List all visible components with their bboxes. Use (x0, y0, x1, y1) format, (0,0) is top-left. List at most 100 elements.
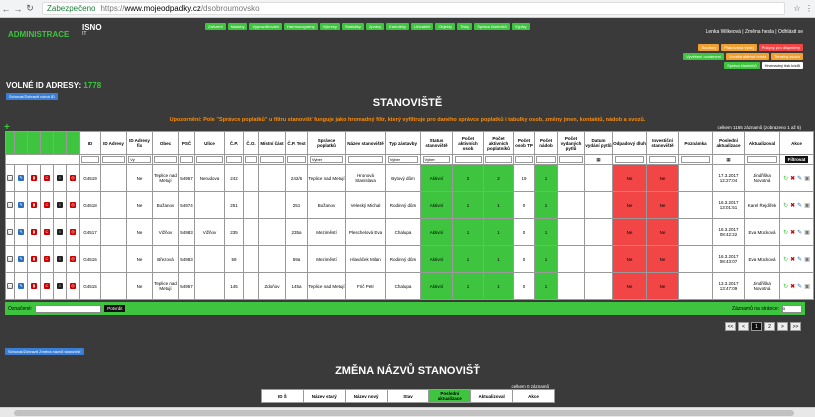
filter-psc[interactable] (179, 155, 194, 163)
refresh-icon[interactable]: ↻ (783, 284, 788, 290)
lock-icon[interactable]: ▣ (804, 203, 810, 209)
filter-obec[interactable] (154, 155, 177, 163)
quick-button[interactable]: Hromadný tisk kódů (761, 62, 803, 69)
column-header[interactable]: Aktualizoval (744, 131, 780, 155)
user-links[interactable]: Lenka Wilkeová | Změna hesla | Odhlásit … (706, 29, 803, 35)
table-row[interactable]: □ ✎ ▮ Ci ◎ G4516 Ne Březová 54983 59 59a Meziměstí H… (5, 245, 814, 273)
per-page-select[interactable]: 5 (782, 304, 802, 313)
edit-icon[interactable]: ✎ (18, 229, 24, 235)
filter-tp[interactable] (515, 155, 533, 163)
delete-icon[interactable]: ▮ (31, 229, 37, 235)
menu-item[interactable]: Vyprazdňování (249, 23, 283, 30)
lock-icon[interactable]: ▣ (804, 176, 810, 182)
edit-icon[interactable]: ✎ (18, 283, 24, 289)
close-icon[interactable]: ✖ (790, 284, 795, 290)
column-header[interactable]: ID Adresy fix (126, 131, 153, 155)
menu-item[interactable]: Nádoby (227, 23, 248, 30)
info-icon[interactable]: i (57, 229, 63, 235)
column-header[interactable]: Investiční stanoviště (646, 131, 679, 155)
menu-item[interactable]: Výpisy (511, 23, 530, 30)
column-header[interactable]: Obec (152, 131, 179, 155)
page-link[interactable]: << (725, 322, 736, 331)
column-header[interactable]: Typ zástavby (385, 131, 421, 155)
checkbox-icon[interactable]: □ (7, 256, 13, 262)
delete-icon[interactable]: ▮ (31, 283, 37, 289)
reload-icon[interactable]: ↻ (24, 3, 36, 14)
close-icon[interactable]: ✖ (790, 257, 795, 263)
column-header[interactable]: Status stanoviště (420, 131, 453, 155)
quick-button[interactable]: Vozidla sběrné místa (726, 53, 770, 60)
close-icon[interactable]: ✖ (790, 230, 795, 236)
menu-item[interactable]: Tisky (457, 23, 473, 30)
pencil-icon[interactable]: ✎ (797, 203, 802, 209)
column-header[interactable]: Počet nádob (534, 131, 558, 155)
filter-cast[interactable] (260, 155, 284, 163)
column-header[interactable]: Poznámka (678, 131, 713, 155)
column-header[interactable]: Odpadový dluh (612, 131, 647, 155)
horizontal-scrollbar[interactable] (0, 407, 815, 417)
menu-icon[interactable]: ⋮ (803, 4, 815, 13)
filter-popl[interactable] (485, 155, 512, 163)
address-bar[interactable]: Zabezpečeno https://www.mojeodpadky.cz/d… (42, 2, 785, 15)
filter-cp[interactable] (225, 155, 243, 163)
filter-pytlu[interactable] (559, 155, 583, 163)
pencil-icon[interactable]: ✎ (797, 284, 802, 290)
menu-item[interactable]: Objekty (435, 23, 455, 30)
rename-column-header[interactable]: Stav (386, 389, 430, 403)
column-header[interactable]: Poslední aktualizace (712, 131, 745, 155)
calendar-icon[interactable]: ▦ (726, 157, 730, 162)
table-row[interactable]: □ ✎ ▮ Ci ◎ G4519 Ne Teplice nad Metují 54957 Neru… (5, 164, 814, 192)
column-header[interactable]: Počet aktivních poplatníků (483, 131, 514, 155)
column-header[interactable]: Ulice (194, 131, 225, 155)
menu-item[interactable]: Harmonogramy (284, 23, 318, 30)
filter-ulice[interactable] (196, 155, 223, 163)
page-link[interactable]: 1 (751, 322, 762, 331)
checkbox-icon[interactable]: □ (7, 283, 13, 289)
checkbox-icon[interactable]: □ (7, 175, 13, 181)
table-row[interactable]: □ ✎ ▮ Ci ◎ G4517 Ne Vižňov 54983 Vižňov 235 235a Mez… (5, 218, 814, 246)
close-icon[interactable]: ✖ (790, 176, 795, 182)
column-header[interactable]: Datum vydání pytlů (584, 131, 613, 155)
menu-item[interactable]: Výkresy (319, 23, 340, 30)
column-header[interactable]: Č.P. Text (285, 131, 308, 155)
rename-column-header[interactable]: Poslední aktualizace (428, 389, 472, 403)
filter-idfix[interactable]: Vy (128, 156, 151, 163)
info-icon[interactable]: i (57, 283, 63, 289)
lock-icon[interactable]: ▣ (804, 230, 810, 236)
filter-idadresy[interactable] (102, 155, 125, 163)
column-header[interactable] (14, 131, 28, 155)
filter-dluh[interactable] (614, 155, 645, 163)
column-header[interactable]: Č.O. (243, 131, 259, 155)
refresh-icon[interactable]: ↻ (783, 176, 788, 182)
rename-column-header[interactable]: ID Š (261, 389, 304, 403)
column-header[interactable]: Počet vydaných pytlů (557, 131, 585, 155)
menu-item[interactable]: Statistiky (341, 23, 364, 30)
column-header[interactable]: Správce poplatků (307, 131, 346, 155)
forward-icon[interactable]: → (12, 4, 24, 14)
column-header[interactable]: Akce (779, 131, 814, 155)
history-icon[interactable]: ◎ (70, 283, 76, 289)
lock-icon[interactable]: ▣ (804, 284, 810, 290)
edit-icon[interactable]: ✎ (18, 202, 24, 208)
column-header[interactable]: ID Adresy (100, 131, 127, 155)
filter-invest[interactable] (648, 155, 677, 163)
column-header[interactable] (40, 131, 54, 155)
page-link[interactable]: < (738, 322, 749, 331)
checkbox-icon[interactable]: □ (7, 229, 13, 235)
toggle-rename-section-button[interactable]: Schovat/Zobrazit Změna názvů stanovišť (5, 348, 84, 355)
quick-button[interactable]: Termíny svozu (771, 53, 803, 60)
close-icon[interactable]: ✖ (790, 203, 795, 209)
delete-icon[interactable]: ▮ (31, 202, 37, 208)
filter-pozn[interactable] (680, 155, 711, 163)
menu-item[interactable]: Uživatelé (410, 23, 434, 30)
refresh-icon[interactable]: ↻ (783, 257, 788, 263)
copy-icon[interactable]: C (44, 256, 50, 262)
history-icon[interactable]: ◎ (70, 229, 76, 235)
column-header[interactable] (66, 131, 80, 155)
column-header[interactable]: ID (79, 131, 101, 155)
info-icon[interactable]: i (57, 175, 63, 181)
page-link[interactable]: 2 (764, 322, 775, 331)
column-header[interactable]: Název stanoviště (345, 131, 386, 155)
page-link[interactable]: > (777, 322, 788, 331)
copy-icon[interactable]: C (44, 283, 50, 289)
